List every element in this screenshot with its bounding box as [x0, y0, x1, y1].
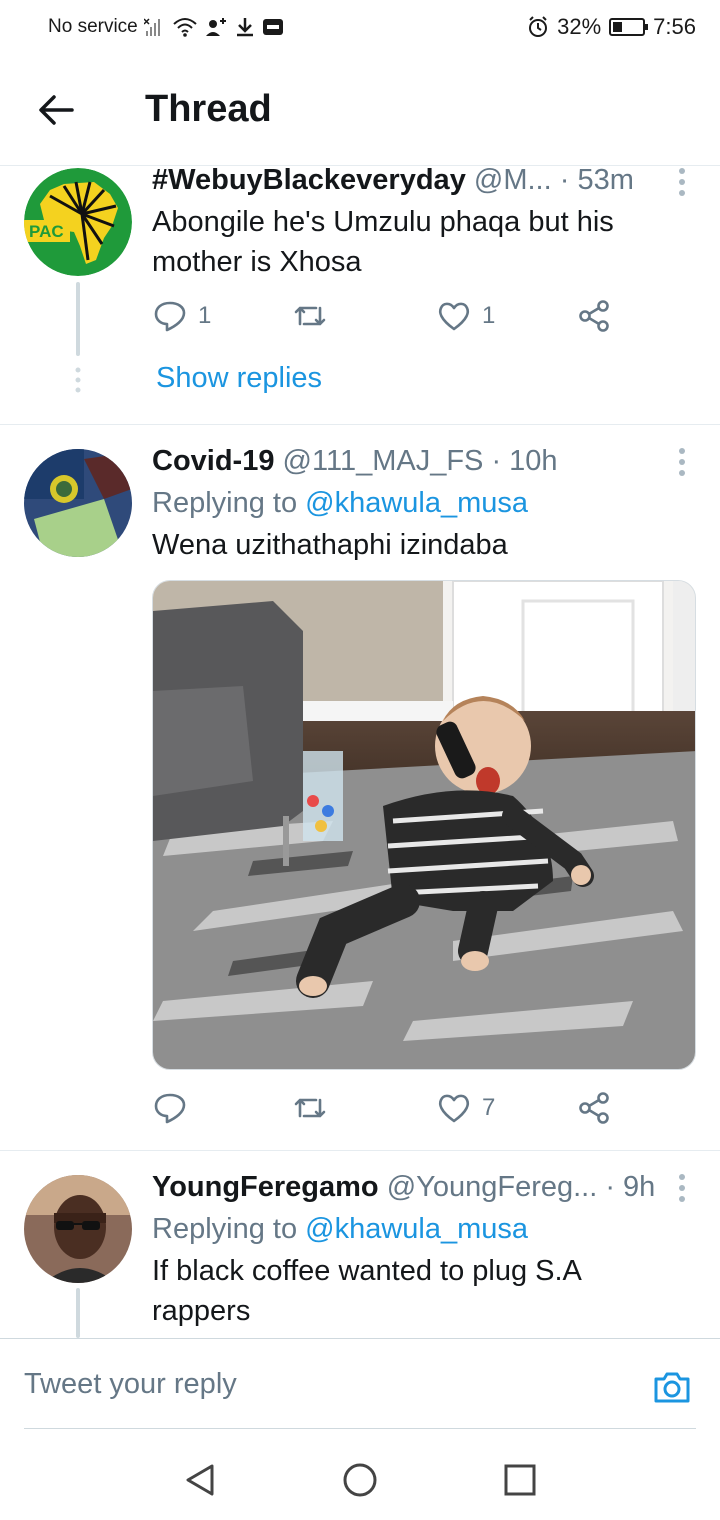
composer-underline	[24, 1428, 696, 1429]
timestamp: · 9h	[605, 1171, 656, 1203]
replying-prefix: Replying to	[152, 1213, 298, 1245]
reply-composer	[0, 1338, 720, 1430]
display-name[interactable]: YoungFeregamo	[152, 1171, 379, 1203]
avatar-youngferegamo[interactable]	[24, 1175, 132, 1283]
tweet-body: YoungFeregamo @YoungFereg... · 9h Replyi…	[152, 1169, 680, 1331]
thread-line	[76, 1288, 80, 1338]
nav-back-icon[interactable]	[180, 1460, 220, 1500]
reply-input[interactable]	[24, 1359, 624, 1409]
tweet-text: If black coffee wanted to plug S.A rappe…	[152, 1255, 581, 1327]
tweet-meta: YoungFeregamo @YoungFereg... · 9h	[152, 1169, 680, 1205]
mention-link[interactable]: @khawula_musa	[305, 1213, 528, 1245]
system-nav-bar	[0, 1432, 720, 1520]
nav-recent-icon[interactable]	[500, 1460, 540, 1500]
more-options-icon[interactable]	[676, 1172, 688, 1204]
camera-icon[interactable]	[652, 1367, 692, 1407]
tweet-3[interactable]: YoungFeregamo @YoungFereg... · 9h Replyi…	[0, 0, 720, 1338]
handle[interactable]: @YoungFereg...	[387, 1171, 598, 1203]
avatar-image-icon	[24, 1175, 132, 1283]
replying-to: Replying to @khawula_musa	[152, 1211, 680, 1247]
nav-home-icon[interactable]	[340, 1460, 380, 1500]
